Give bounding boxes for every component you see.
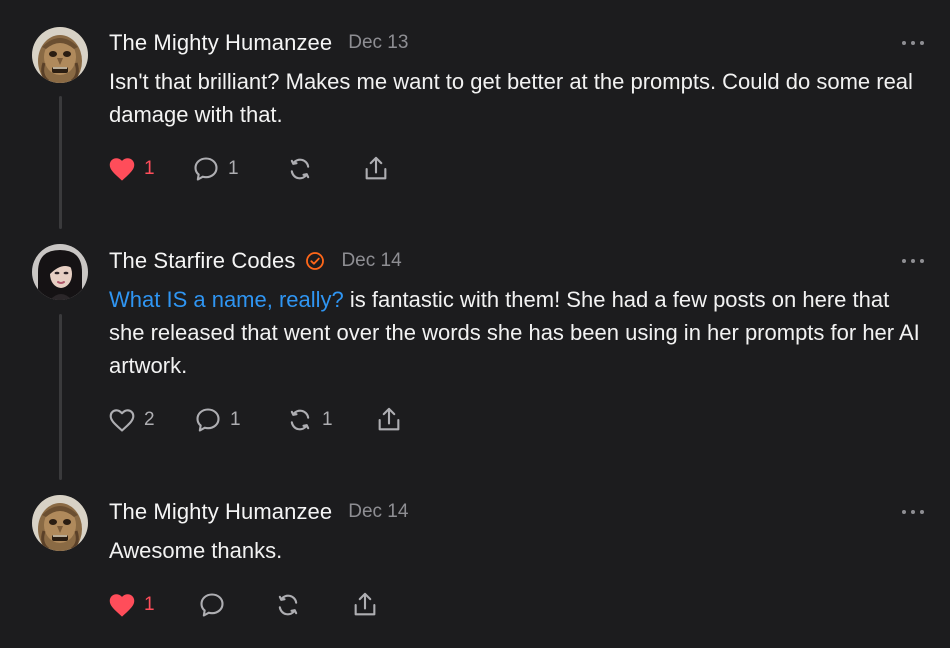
comment-button[interactable]: 1 xyxy=(192,154,239,184)
comment-body: Isn't that brilliant? Makes me want to g… xyxy=(109,69,913,127)
thread-line xyxy=(59,314,62,480)
share-icon xyxy=(354,592,376,616)
dot-icon xyxy=(920,259,924,263)
restack-button[interactable] xyxy=(274,590,302,620)
avatar[interactable] xyxy=(32,244,88,300)
statue-face-avatar-icon xyxy=(32,495,88,551)
restack-icon xyxy=(290,409,310,431)
restack-button[interactable]: 1 xyxy=(286,405,333,435)
heart-filled-icon xyxy=(109,158,135,181)
comment-thread: The Mighty Humanzee Dec 13 Isn't that br… xyxy=(0,0,950,648)
comment-body: What IS a name, really? is fantastic wit… xyxy=(109,283,929,382)
share-icon xyxy=(378,407,400,431)
author-name[interactable]: The Mighty Humanzee xyxy=(109,499,332,525)
comment-button[interactable] xyxy=(198,590,226,620)
post-date[interactable]: Dec 13 xyxy=(348,32,408,54)
share-button[interactable] xyxy=(351,590,379,620)
dot-icon xyxy=(920,41,924,45)
comment-count: 1 xyxy=(228,158,239,179)
like-button[interactable]: 2 xyxy=(108,405,155,435)
dot-icon xyxy=(902,41,906,45)
share-button[interactable] xyxy=(362,154,390,184)
statue-face-avatar-icon xyxy=(32,27,88,83)
comment-count: 1 xyxy=(230,409,241,430)
restack-icon xyxy=(290,158,310,180)
like-count: 1 xyxy=(144,158,155,179)
restack-button[interactable] xyxy=(286,154,314,184)
dot-icon xyxy=(902,510,906,514)
comment-body: Awesome thanks. xyxy=(109,538,283,563)
avatar[interactable] xyxy=(32,27,88,83)
author-name[interactable]: The Starfire Codes xyxy=(109,248,295,274)
more-options-button[interactable] xyxy=(902,38,924,48)
restack-icon xyxy=(278,594,298,616)
comment-header: The Mighty Humanzee Dec 13 xyxy=(109,28,408,58)
share-button[interactable] xyxy=(375,405,403,435)
publication-link[interactable]: What IS a name, really? xyxy=(109,287,344,312)
post-date[interactable]: Dec 14 xyxy=(348,501,408,523)
comment-bubble-icon xyxy=(200,593,224,617)
post-date[interactable]: Dec 14 xyxy=(341,250,401,272)
like-button[interactable]: 1 xyxy=(108,154,155,184)
dot-icon xyxy=(911,510,915,514)
dot-icon xyxy=(911,41,915,45)
heart-filled-icon xyxy=(109,594,135,617)
share-icon xyxy=(365,156,387,180)
heart-outline-icon xyxy=(109,409,135,432)
dot-icon xyxy=(902,259,906,263)
more-options-button[interactable] xyxy=(902,256,924,266)
woman-portrait-avatar-icon xyxy=(32,244,88,300)
comment-button[interactable]: 1 xyxy=(194,405,241,435)
comment-header: The Starfire Codes Dec 14 xyxy=(109,246,402,276)
dot-icon xyxy=(920,510,924,514)
more-options-button[interactable] xyxy=(902,507,924,517)
restack-count: 1 xyxy=(322,409,333,430)
author-name[interactable]: The Mighty Humanzee xyxy=(109,30,332,56)
comment-bubble-icon xyxy=(194,157,218,181)
like-count: 1 xyxy=(144,594,155,615)
avatar[interactable] xyxy=(32,495,88,551)
dot-icon xyxy=(911,259,915,263)
comment-header: The Mighty Humanzee Dec 14 xyxy=(109,497,408,527)
like-button[interactable]: 1 xyxy=(108,590,155,620)
like-count: 2 xyxy=(144,409,155,430)
verified-badge-icon xyxy=(305,251,325,271)
thread-line xyxy=(59,96,62,229)
comment-bubble-icon xyxy=(196,408,220,432)
